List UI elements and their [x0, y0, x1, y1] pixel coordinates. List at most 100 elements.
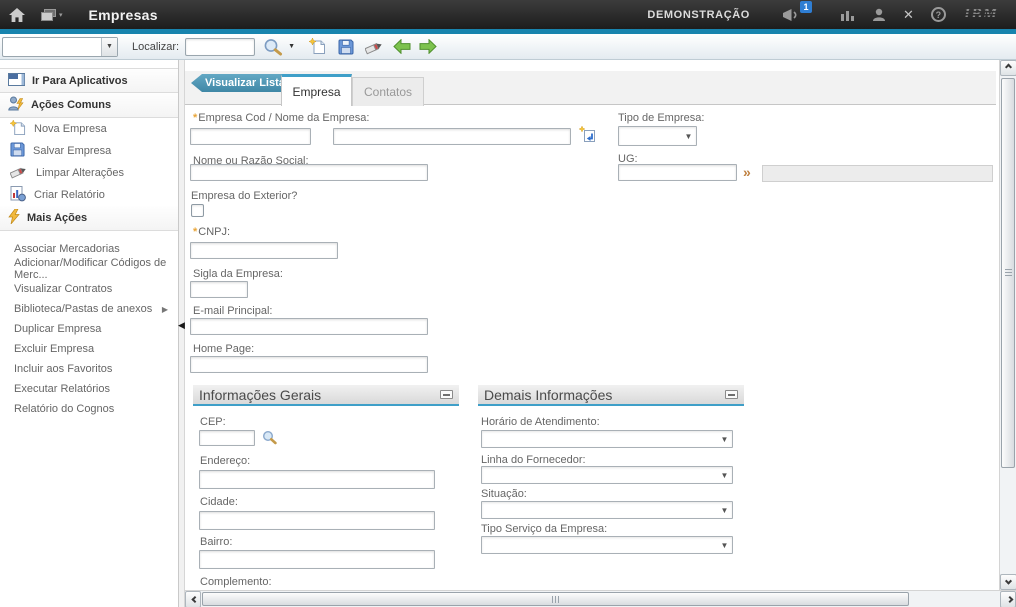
sidebar-item-adicionar-modificar-codigos[interactable]: Adicionar/Modificar Códigos de Merc...	[0, 259, 178, 279]
home-icon[interactable]	[9, 8, 25, 22]
submenu-arrow-icon: ▶	[162, 305, 168, 314]
eraser-icon	[10, 164, 28, 182]
sidebar-item-visualizar-contratos[interactable]: Visualizar Contratos	[0, 279, 178, 299]
section-header-informacoes-gerais: Informações Gerais	[193, 385, 459, 406]
collapse-arrow-icon[interactable]: ◀	[178, 321, 185, 330]
back-arrow-icon[interactable]	[393, 39, 411, 54]
razao-social-input[interactable]	[190, 164, 428, 181]
cidade-input[interactable]	[199, 511, 435, 530]
close-icon[interactable]: ✕	[903, 8, 914, 21]
collapse-section-icon[interactable]	[725, 390, 738, 399]
tab-strip: Visualizar Lista Empresa Contatos	[185, 71, 996, 105]
ug-lookup-chevrons-icon[interactable]: »	[743, 164, 751, 181]
sidebar-item-excluir-empresa[interactable]: Excluir Empresa	[0, 339, 178, 359]
tab-contatos[interactable]: Contatos	[352, 77, 424, 106]
cep-search-icon[interactable]	[262, 430, 277, 445]
complemento-label: Complemento:	[200, 576, 272, 588]
localizar-input[interactable]	[185, 38, 255, 56]
user-profile-icon[interactable]	[872, 8, 886, 22]
sidebar-header-acoes-comuns[interactable]: Ações Comuns	[0, 93, 178, 118]
horizontal-scrollbar[interactable]	[185, 590, 1016, 607]
window-menu-button[interactable]: ▾	[41, 9, 63, 21]
new-record-icon[interactable]	[309, 38, 326, 55]
horario-atendimento-select[interactable]: ▼	[481, 430, 733, 448]
lookup-icon[interactable]	[579, 126, 598, 145]
context-select[interactable]: ▼	[2, 37, 118, 57]
empresa-cod-label: *Empresa Cod / Nome da Empresa:	[193, 112, 369, 124]
search-icon[interactable]	[263, 38, 283, 56]
cnpj-input[interactable]	[190, 242, 338, 259]
announcements-icon[interactable]: 1	[782, 8, 801, 22]
horario-atendimento-label: Horário de Atendimento:	[481, 416, 600, 428]
cep-label: CEP:	[200, 416, 226, 428]
page-title: Empresas	[89, 7, 158, 23]
scroll-left-button[interactable]	[185, 591, 201, 607]
stacked-windows-icon	[41, 9, 56, 21]
sidebar-item-associar-mercadorias[interactable]: Associar Mercadorias	[0, 239, 178, 259]
chevron-down-icon: ▼	[717, 541, 732, 550]
sidebar-item-executar-relatorios[interactable]: Executar Relatórios	[0, 379, 178, 399]
tipo-servico-select[interactable]: ▼	[481, 536, 733, 554]
search-options-chevron-icon[interactable]: ▼	[288, 43, 295, 50]
sidebar-header-mais-acoes[interactable]: Mais Ações	[0, 206, 178, 231]
common-actions-icon	[8, 96, 24, 114]
bairro-input[interactable]	[199, 550, 435, 569]
sidebar-item-nova-empresa[interactable]: Nova Empresa	[0, 118, 178, 140]
collapse-section-icon[interactable]	[440, 390, 453, 399]
horizontal-scroll-thumb[interactable]	[202, 592, 909, 606]
save-icon[interactable]	[338, 39, 354, 55]
vertical-scrollbar[interactable]	[999, 60, 1016, 590]
required-asterisk: *	[193, 226, 197, 238]
vertical-scroll-thumb[interactable]	[1001, 78, 1015, 468]
empresa-nome-input[interactable]	[333, 128, 571, 145]
forward-arrow-icon[interactable]	[419, 39, 437, 54]
toolbar: ▼ Localizar: ▼	[0, 34, 1016, 60]
cep-input[interactable]	[199, 430, 255, 446]
empresa-exterior-label: Empresa do Exterior?	[191, 190, 297, 202]
save-icon	[10, 142, 25, 160]
empresa-exterior-checkbox[interactable]	[191, 204, 204, 217]
tipo-servico-label: Tipo Serviço da Empresa:	[481, 523, 607, 535]
scroll-up-button[interactable]	[1000, 60, 1016, 76]
reports-chart-icon[interactable]	[841, 9, 855, 21]
home-page-label: Home Page:	[193, 343, 254, 355]
sidebar-item-criar-relatorio[interactable]: Criar Relatório	[0, 184, 178, 206]
linha-fornecedor-label: Linha do Fornecedor:	[481, 454, 586, 466]
ug-input[interactable]	[618, 164, 737, 181]
situacao-select[interactable]: ▼	[481, 501, 733, 519]
sidebar-item-biblioteca-pastas-anexos[interactable]: Biblioteca/Pastas de anexos ▶	[0, 299, 178, 319]
sidebar-item-limpar-alteracoes[interactable]: Limpar Alterações	[0, 162, 178, 184]
chevron-down-icon[interactable]: ▼	[101, 38, 117, 56]
tab-empresa[interactable]: Empresa	[281, 74, 352, 106]
linha-fornecedor-select[interactable]: ▼	[481, 466, 733, 484]
sidebar-item-salvar-empresa[interactable]: Salvar Empresa	[0, 140, 178, 162]
app-window: ▾ Empresas DEMONSTRAÇÃO 1 ✕ ? IBM	[0, 0, 1016, 607]
sidebar-item-duplicar-empresa[interactable]: Duplicar Empresa	[0, 319, 178, 339]
visualizar-lista-button[interactable]: Visualizar Lista	[191, 74, 295, 92]
required-asterisk: *	[193, 112, 197, 124]
sigla-input[interactable]	[190, 281, 248, 298]
sidebar-item-relatorio-do-cognos[interactable]: Relatório do Cognos	[0, 399, 178, 419]
sigla-label: Sigla da Empresa:	[193, 268, 283, 280]
endereco-input[interactable]	[199, 470, 435, 489]
clear-changes-icon[interactable]	[365, 39, 384, 55]
tipo-empresa-select[interactable]: ▼	[618, 126, 697, 146]
sidebar-item-ir-para-aplicativos[interactable]: Ir Para Aplicativos	[0, 68, 178, 93]
chevron-down-icon: ▼	[717, 506, 732, 515]
notification-badge: 1	[800, 1, 812, 13]
environment-badge: DEMONSTRAÇÃO	[647, 9, 750, 21]
report-icon	[10, 186, 26, 205]
lightning-icon	[8, 209, 20, 227]
section-header-demais-informacoes: Demais Informações	[478, 385, 744, 406]
situacao-label: Situação:	[481, 488, 527, 500]
chevron-down-icon: ▾	[59, 11, 63, 19]
help-icon[interactable]: ?	[931, 7, 946, 22]
scroll-right-button[interactable]	[1000, 591, 1016, 607]
home-page-input[interactable]	[190, 356, 428, 373]
sidebar-item-incluir-aos-favoritos[interactable]: Incluir aos Favoritos	[0, 359, 178, 379]
scroll-down-button[interactable]	[1000, 574, 1016, 590]
email-principal-input[interactable]	[190, 318, 428, 335]
chevron-down-icon: ▼	[681, 132, 696, 141]
apps-window-icon	[8, 73, 25, 89]
empresa-cod-input[interactable]	[190, 128, 311, 145]
